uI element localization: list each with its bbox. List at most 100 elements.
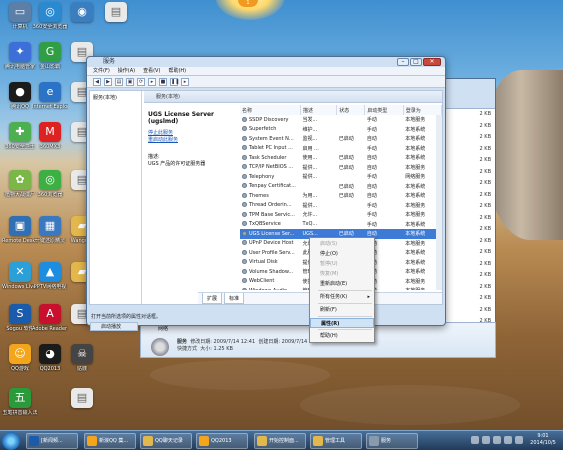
services-window[interactable]: 服务 – □ ✕ 文件(F) 操作(A) 查看(V) 帮助(H) ◀ ▶ ▤ ▣ ⟳ ▸ ■ ❚❚ ▸… bbox=[86, 56, 446, 326]
taskbar-button[interactable]: QQ聊天记录 bbox=[140, 433, 192, 449]
desktop-icon[interactable]: M 360MX3 bbox=[32, 122, 68, 150]
table-row[interactable]: Themes 为用... 已启动 自动 本地系统 bbox=[240, 191, 442, 201]
cell-start: 手动 bbox=[366, 126, 377, 133]
tray-icon[interactable] bbox=[482, 436, 490, 444]
context-menu-item[interactable]: 重新启动(E) bbox=[310, 279, 374, 289]
tray-icon[interactable] bbox=[493, 436, 501, 444]
taskbar-button[interactable]: 管理工具 bbox=[310, 433, 362, 449]
cell-start: 手动 bbox=[366, 212, 377, 219]
desktop-icon[interactable]: ▦ 一键还原精灵 bbox=[32, 216, 68, 244]
console-tree: 服务(本地) bbox=[90, 91, 142, 304]
view-tab[interactable]: 标准 bbox=[224, 293, 245, 304]
desktop-icon[interactable]: ◉ bbox=[64, 2, 100, 24]
desktop-app-icon: ◎ bbox=[39, 2, 61, 22]
desktop-icon[interactable]: ▲ PPTV网络电视 bbox=[32, 262, 68, 290]
clock[interactable]: 9:01 2014/10/5 bbox=[525, 433, 561, 447]
description-label: 描述: bbox=[148, 154, 160, 160]
context-menu-item[interactable]: 属性(R) bbox=[310, 318, 374, 328]
desktop-icon-label: 一键还原精灵 bbox=[34, 238, 65, 244]
desktop-icon[interactable]: ▤ bbox=[98, 2, 134, 24]
taskbar-button[interactable]: 服务 bbox=[366, 433, 418, 449]
toolbar-button-icon[interactable]: ▣ bbox=[126, 78, 134, 86]
desktop-app-icon: ▭ bbox=[9, 2, 31, 22]
context-menu-item[interactable]: 帮助(H) bbox=[310, 331, 374, 341]
close-button[interactable]: ✕ bbox=[423, 58, 441, 66]
cell-name: UGS License Ser... bbox=[240, 229, 301, 239]
desktop-icon-label: QQ2013 bbox=[39, 366, 61, 372]
context-menu-label: 暂停(U) bbox=[320, 261, 338, 267]
desktop-icon-label: Adobe Reader 9 bbox=[32, 326, 68, 332]
table-row[interactable]: Thread Orderin... 提供... 手动 本地服务 bbox=[240, 201, 442, 211]
taskbar-button[interactable]: QQ2013 bbox=[196, 433, 248, 449]
desktop-icon[interactable]: e Internet Explorer bbox=[32, 82, 68, 110]
desktop-icon[interactable]: A Adobe Reader 9 bbox=[32, 304, 68, 332]
view-tab[interactable]: 扩展 bbox=[202, 293, 223, 304]
cell-name: WebClient bbox=[240, 277, 300, 287]
menu-item[interactable]: 文件(F) bbox=[93, 67, 110, 75]
desktop-icon[interactable]: G 金山影霸 bbox=[32, 42, 68, 70]
context-menu-label: 停止(O) bbox=[320, 251, 338, 257]
vertical-scrollbar[interactable] bbox=[436, 115, 442, 290]
toolbar-button-icon[interactable]: ▤ bbox=[115, 78, 123, 86]
taskbar-button-label: [新闻频... bbox=[41, 438, 63, 444]
context-menu-item[interactable]: 停止(O) bbox=[310, 249, 374, 259]
desktop-icon[interactable]: ◎ 360安全浏览器 bbox=[32, 2, 68, 30]
table-row[interactable]: System Event N... 监视... 已启动 自动 本地系统 bbox=[240, 134, 442, 144]
tree-item-services-local[interactable]: 服务(本地) bbox=[93, 94, 138, 101]
maximize-button[interactable]: □ bbox=[410, 58, 422, 66]
toolbar-button-icon[interactable]: ■ bbox=[159, 78, 167, 86]
desktop-app-icon: ▤ bbox=[71, 388, 93, 408]
minimize-button[interactable]: – bbox=[397, 58, 409, 66]
tray-icon[interactable] bbox=[504, 436, 512, 444]
stop-service-link[interactable]: 停止此服务 bbox=[148, 130, 234, 137]
context-menu-item[interactable]: 刷新(F) bbox=[310, 305, 374, 315]
desktop-icon[interactable]: 五五笔拼音输入法 bbox=[2, 388, 38, 416]
toolbar-button-icon[interactable]: ❚❚ bbox=[170, 78, 179, 86]
context-menu-item[interactable]: 所有任务(K) ▸ bbox=[310, 292, 374, 302]
column-header[interactable]: 登录为 bbox=[403, 105, 442, 115]
desktop-icon[interactable]: ◕ QQ2013 bbox=[32, 344, 68, 372]
table-row[interactable]: TCP/IP NetBIOS ... 提供... 已启动 自动 本地服务 bbox=[240, 163, 442, 173]
column-header[interactable]: 名称 bbox=[240, 105, 301, 115]
size-value: 1.25 KB bbox=[213, 346, 233, 352]
tray-icon[interactable] bbox=[515, 436, 523, 444]
autoplay-tab[interactable]: 启动播放 bbox=[90, 322, 138, 331]
table-row[interactable]: TPM Base Servic... 允许... 手动 本地服务 bbox=[240, 210, 442, 220]
cell-name: Volume Shadow... bbox=[240, 267, 300, 277]
taskbar-button[interactable]: [新闻频... bbox=[26, 433, 78, 449]
taskbar-app-icon bbox=[87, 436, 97, 446]
start-button[interactable] bbox=[2, 432, 20, 450]
desktop-icon[interactable]: ▤ bbox=[64, 388, 100, 410]
network-nav-label[interactable]: 网络 bbox=[158, 326, 168, 332]
table-row[interactable]: Tenpay Certificat... 已启动 自动 本地系统 bbox=[240, 182, 442, 192]
toolbar-button-icon[interactable]: ▸ bbox=[181, 78, 189, 86]
table-row[interactable]: Task Scheduler 使用... 已启动 自动 本地系统 bbox=[240, 153, 442, 163]
column-header[interactable]: 状态 bbox=[336, 105, 366, 115]
column-header[interactable]: 启动类型 bbox=[364, 105, 404, 115]
restart-service-link[interactable]: 重启动此服务 bbox=[148, 137, 234, 144]
table-row[interactable]: Superfetch 维护... 手动 本地系统 bbox=[240, 125, 442, 135]
cell-start: 手动 bbox=[366, 221, 377, 228]
table-row[interactable]: TxQBService TxQ... 手动 本地系统 bbox=[240, 220, 442, 230]
services-body: 服务(本地) 服务(本地) UGS License Server (ugslmd… bbox=[89, 90, 443, 305]
taskbar-button[interactable]: 新浪QQ 集... bbox=[84, 433, 136, 449]
table-row[interactable]: Tablet PC Input ... 启用 ... 手动 本地系统 bbox=[240, 144, 442, 154]
column-header[interactable]: 描述 bbox=[300, 105, 338, 115]
toolbar-button-icon[interactable]: ▶ bbox=[104, 78, 112, 86]
tray-icon[interactable] bbox=[471, 436, 479, 444]
toolbar-button-icon[interactable]: ◀ bbox=[93, 78, 101, 86]
menu-item[interactable]: 帮助(H) bbox=[168, 67, 186, 75]
menu-item[interactable]: 操作(A) bbox=[118, 67, 135, 75]
table-row[interactable]: SSDP Discovery 当发... 手动 本地服务 bbox=[240, 115, 442, 125]
cell-desc: 使用... bbox=[302, 155, 318, 162]
menu-item[interactable]: 查看(V) bbox=[143, 67, 160, 75]
desktop-icon[interactable]: ◎ 360浏览器 bbox=[32, 170, 68, 198]
desktop-app-icon: ☠ bbox=[71, 344, 93, 364]
desktop: 1 ▭ 计算机 ◎ 360安全浏览器 ◉ ▤ ✦ 腾讯电脑管家 G 金山影霸 ▤ ● 腾讯QQ e Inte… bbox=[0, 0, 563, 450]
desktop-icon[interactable]: ☠ 骷髅 bbox=[64, 344, 100, 372]
cell-status: 已启动 bbox=[338, 193, 354, 200]
toolbar-button-icon[interactable]: ▸ bbox=[148, 78, 156, 86]
toolbar-button-icon[interactable]: ⟳ bbox=[137, 78, 145, 86]
table-row[interactable]: Telephony 提供... 手动 网络服务 bbox=[240, 172, 442, 182]
taskbar-button[interactable]: 开始控制面... bbox=[254, 433, 306, 449]
